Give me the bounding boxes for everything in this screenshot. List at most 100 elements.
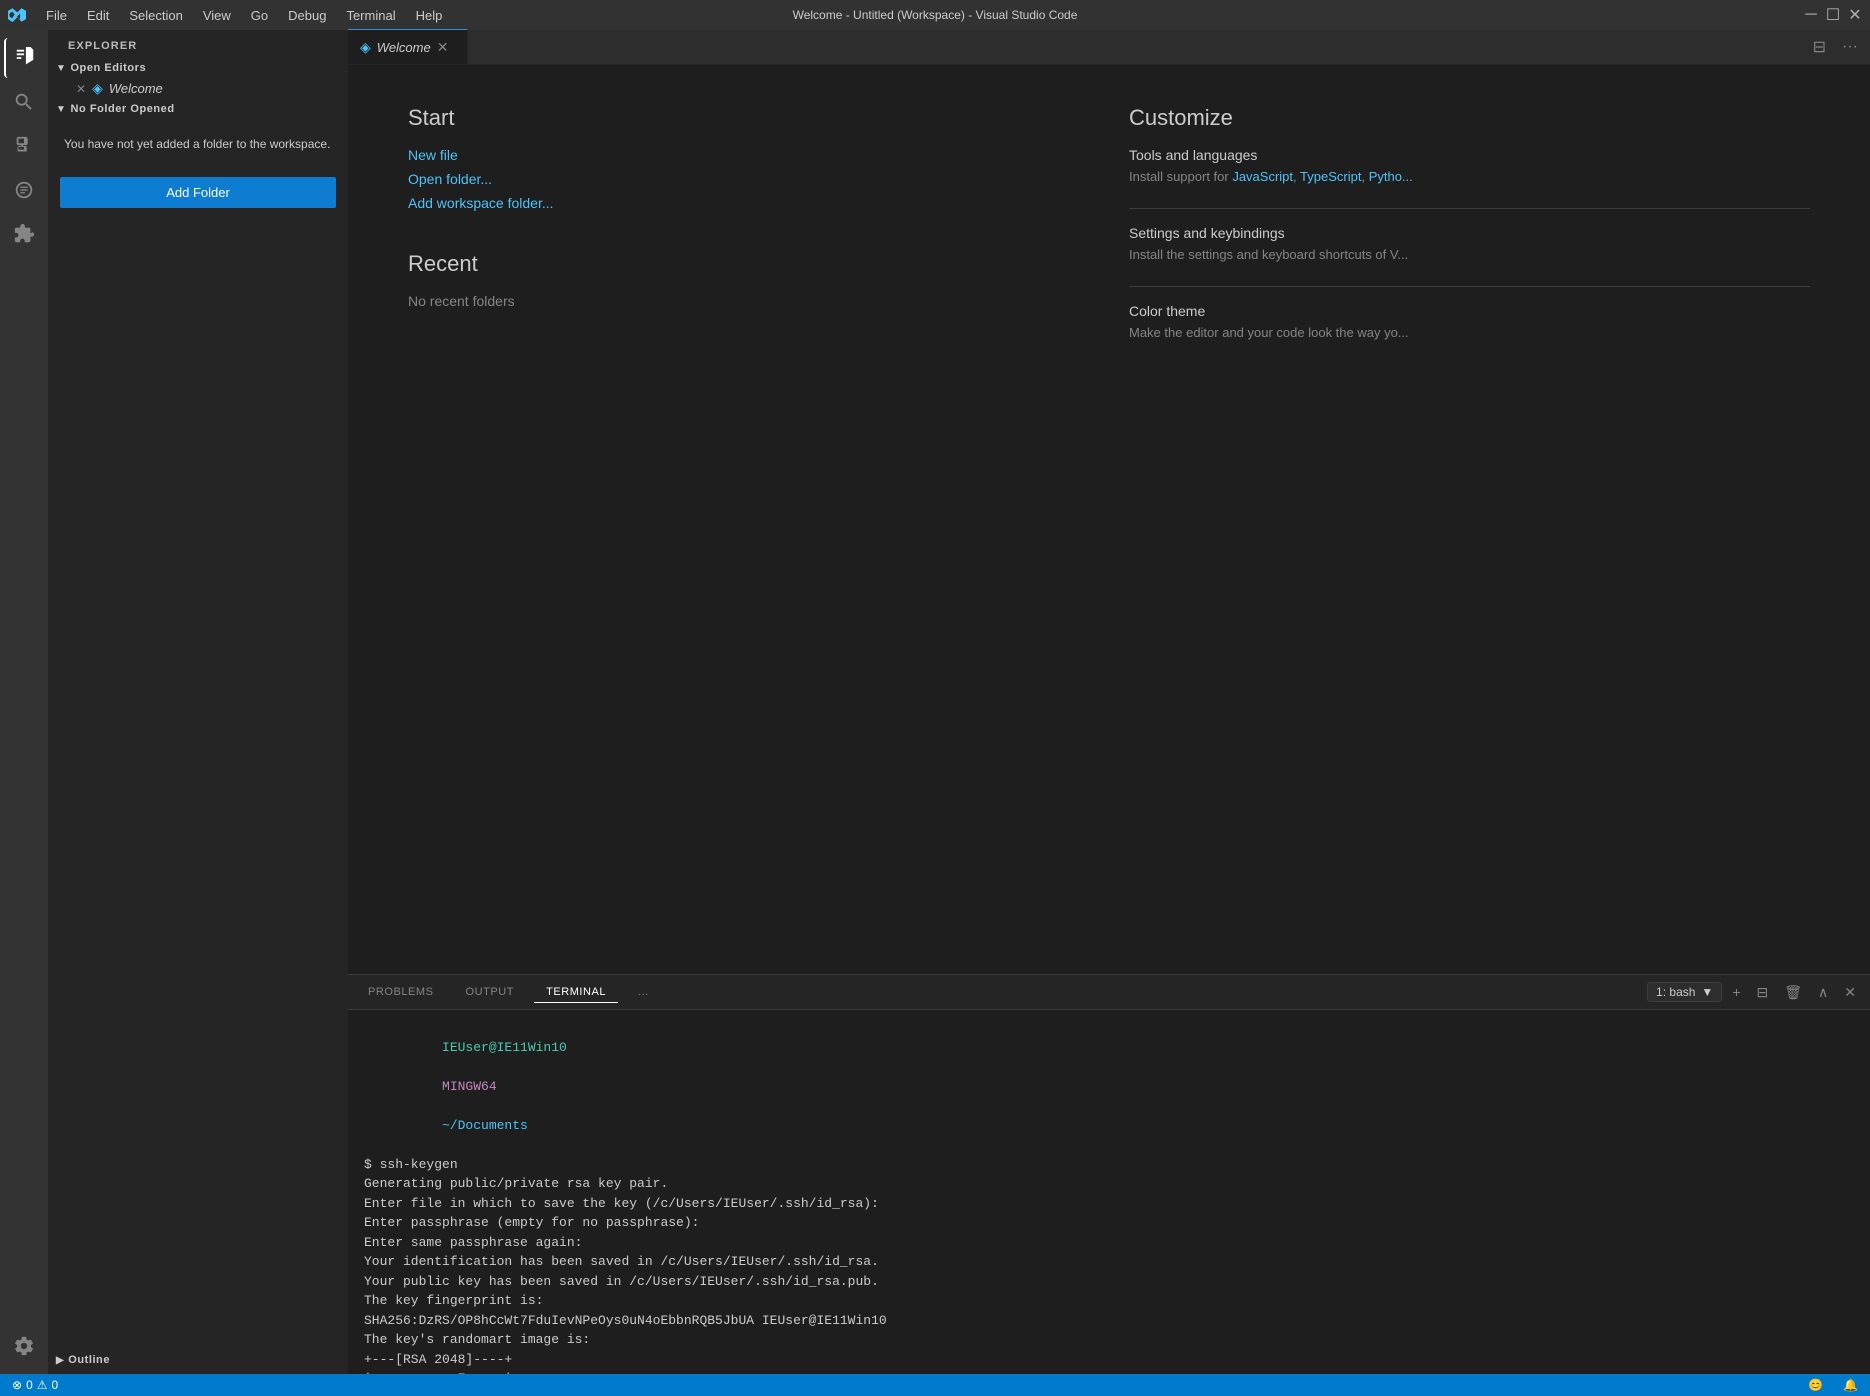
window-title: Welcome - Untitled (Workspace) - Visual …	[793, 8, 1078, 22]
terminal-line-6: Your identification has been saved in /c…	[364, 1252, 1854, 1272]
welcome-page: Start New file Open folder... Add worksp…	[348, 65, 1870, 974]
terminal-line-1: $ ssh-keygen	[364, 1155, 1854, 1175]
outline-chevron: ▶	[56, 1355, 64, 1366]
terminal-user: IEUser@IE11Win10	[442, 1040, 567, 1055]
main-layout: Explorer ▼ Open Editors ✕ ◈ Welcome ▼ No…	[0, 30, 1870, 1374]
tab-welcome-label: Welcome	[377, 40, 431, 55]
outline-header[interactable]: ▶ Outline	[48, 1350, 348, 1374]
menu-debug[interactable]: Debug	[280, 6, 334, 25]
shell-selector-label: 1: bash	[1656, 985, 1695, 999]
terminal-path: ~/Documents	[442, 1118, 528, 1133]
python-link[interactable]: Pytho...	[1369, 169, 1413, 184]
menu-file[interactable]: File	[38, 6, 75, 25]
terminal-add-button[interactable]: +	[1726, 980, 1746, 1004]
color-theme-title: Color theme	[1129, 303, 1810, 319]
terminal-split-button[interactable]: ⊟	[1751, 980, 1775, 1005]
close-button[interactable]: ✕	[1848, 8, 1862, 22]
warning-icon: ⚠	[37, 1378, 48, 1392]
welcome-customize-section: Customize Tools and languages Install su…	[1129, 105, 1810, 934]
error-count: 0	[26, 1378, 33, 1392]
recent-empty-text: No recent folders	[408, 293, 1089, 309]
terminal-tab-bar: PROBLEMS OUTPUT TERMINAL ... 1: bash ▼ +…	[348, 975, 1870, 1010]
menu-terminal[interactable]: Terminal	[338, 6, 403, 25]
terminal-close-button[interactable]: ✕	[1838, 980, 1862, 1005]
status-bar: ⊗ 0 ⚠ 0 😊 🔔	[0, 1374, 1870, 1396]
status-errors[interactable]: ⊗ 0 ⚠ 0	[8, 1378, 62, 1392]
tools-languages-title: Tools and languages	[1129, 147, 1810, 163]
status-smiley[interactable]: 😊	[1804, 1378, 1827, 1392]
no-folder-header[interactable]: ▼ No Folder Opened	[48, 99, 348, 119]
terminal-expand-button[interactable]: ∧	[1812, 980, 1834, 1005]
tab-close-button[interactable]: ✕	[437, 39, 449, 56]
add-folder-button[interactable]: Add Folder	[60, 177, 336, 208]
recent-title: Recent	[408, 251, 1089, 277]
terminal-line-10: The key's randomart image is:	[364, 1330, 1854, 1350]
title-bar-left: File Edit Selection View Go Debug Termin…	[8, 6, 450, 25]
file-icon: ◈	[92, 80, 103, 97]
editor-area: ◈ Welcome ✕ ⊟ ··· Start New file Open fo…	[348, 30, 1870, 1374]
terminal-trash-button[interactable]: 🗑	[1778, 980, 1808, 1005]
split-editor-button[interactable]: ⊟	[1809, 33, 1830, 61]
close-icon[interactable]: ✕	[76, 82, 86, 96]
add-workspace-link[interactable]: Add workspace folder...	[408, 195, 1089, 211]
terminal-line-2: Generating public/private rsa key pair.	[364, 1174, 1854, 1194]
sidebar: Explorer ▼ Open Editors ✕ ◈ Welcome ▼ No…	[48, 30, 348, 1374]
tools-languages-desc: Install support for JavaScript, TypeScri…	[1129, 169, 1810, 184]
maximize-button[interactable]: ☐	[1826, 8, 1840, 22]
status-bar-right: 😊 🔔	[1804, 1378, 1862, 1392]
js-link[interactable]: JavaScript	[1232, 169, 1293, 184]
menu-edit[interactable]: Edit	[79, 6, 117, 25]
menu-bar: File Edit Selection View Go Debug Termin…	[38, 6, 450, 25]
start-title: Start	[408, 105, 1089, 131]
activity-extensions[interactable]	[4, 214, 44, 254]
menu-view[interactable]: View	[195, 6, 239, 25]
customize-title: Customize	[1129, 105, 1810, 131]
divider-1	[1129, 208, 1810, 209]
settings-keybindings-desc: Install the settings and keyboard shortc…	[1129, 247, 1810, 262]
terminal-line-11: +---[RSA 2048]----+	[364, 1350, 1854, 1370]
terminal-line-5: Enter same passphrase again:	[364, 1233, 1854, 1253]
no-folder-chevron: ▼	[56, 104, 66, 115]
tab-welcome-icon: ◈	[360, 39, 371, 56]
title-bar-right: ─ ☐ ✕	[1804, 8, 1862, 22]
activity-bar	[0, 30, 48, 1374]
more-actions-button[interactable]: ···	[1838, 34, 1862, 60]
new-file-link[interactable]: New file	[408, 147, 1089, 163]
warning-count: 0	[52, 1378, 59, 1392]
open-folder-link[interactable]: Open folder...	[408, 171, 1089, 187]
activity-source-control[interactable]	[4, 126, 44, 166]
activity-search[interactable]	[4, 82, 44, 122]
shell-selector-arrow: ▼	[1701, 985, 1713, 999]
sidebar-title: Explorer	[48, 30, 348, 58]
tab-output[interactable]: OUTPUT	[454, 982, 527, 1002]
terminal-line-3: Enter file in which to save the key (/c/…	[364, 1194, 1854, 1214]
activity-settings[interactable]	[4, 1326, 44, 1366]
ts-link[interactable]: TypeScript	[1300, 169, 1361, 184]
customize-theme: Color theme Make the editor and your cod…	[1129, 303, 1810, 340]
activity-debug[interactable]	[4, 170, 44, 210]
menu-selection[interactable]: Selection	[121, 6, 190, 25]
customize-settings: Settings and keybindings Install the set…	[1129, 225, 1810, 262]
open-editors-chevron: ▼	[56, 63, 66, 74]
shell-selector[interactable]: 1: bash ▼	[1647, 982, 1722, 1002]
vscode-logo-icon	[8, 6, 26, 24]
divider-2	[1129, 286, 1810, 287]
status-bell[interactable]: 🔔	[1839, 1378, 1862, 1392]
open-editors-header[interactable]: ▼ Open Editors	[48, 58, 348, 78]
tab-more[interactable]: ...	[626, 982, 661, 1002]
tab-bar: ◈ Welcome ✕ ⊟ ···	[348, 30, 1870, 65]
tab-terminal[interactable]: TERMINAL	[534, 982, 618, 1003]
welcome-start-section: Start New file Open folder... Add worksp…	[408, 105, 1089, 934]
no-folder-description: You have not yet added a folder to the w…	[48, 119, 348, 169]
settings-keybindings-title: Settings and keybindings	[1129, 225, 1810, 241]
sidebar-welcome-label: Welcome	[109, 81, 163, 96]
tab-welcome[interactable]: ◈ Welcome ✕	[348, 29, 468, 64]
menu-help[interactable]: Help	[408, 6, 451, 25]
terminal-line-8: The key fingerprint is:	[364, 1291, 1854, 1311]
minimize-button[interactable]: ─	[1804, 8, 1818, 22]
sidebar-welcome-file[interactable]: ✕ ◈ Welcome	[48, 78, 348, 99]
tab-problems[interactable]: PROBLEMS	[356, 982, 446, 1002]
activity-explorer[interactable]	[4, 38, 44, 78]
terminal-line-4: Enter passphrase (empty for no passphras…	[364, 1213, 1854, 1233]
menu-go[interactable]: Go	[243, 6, 276, 25]
